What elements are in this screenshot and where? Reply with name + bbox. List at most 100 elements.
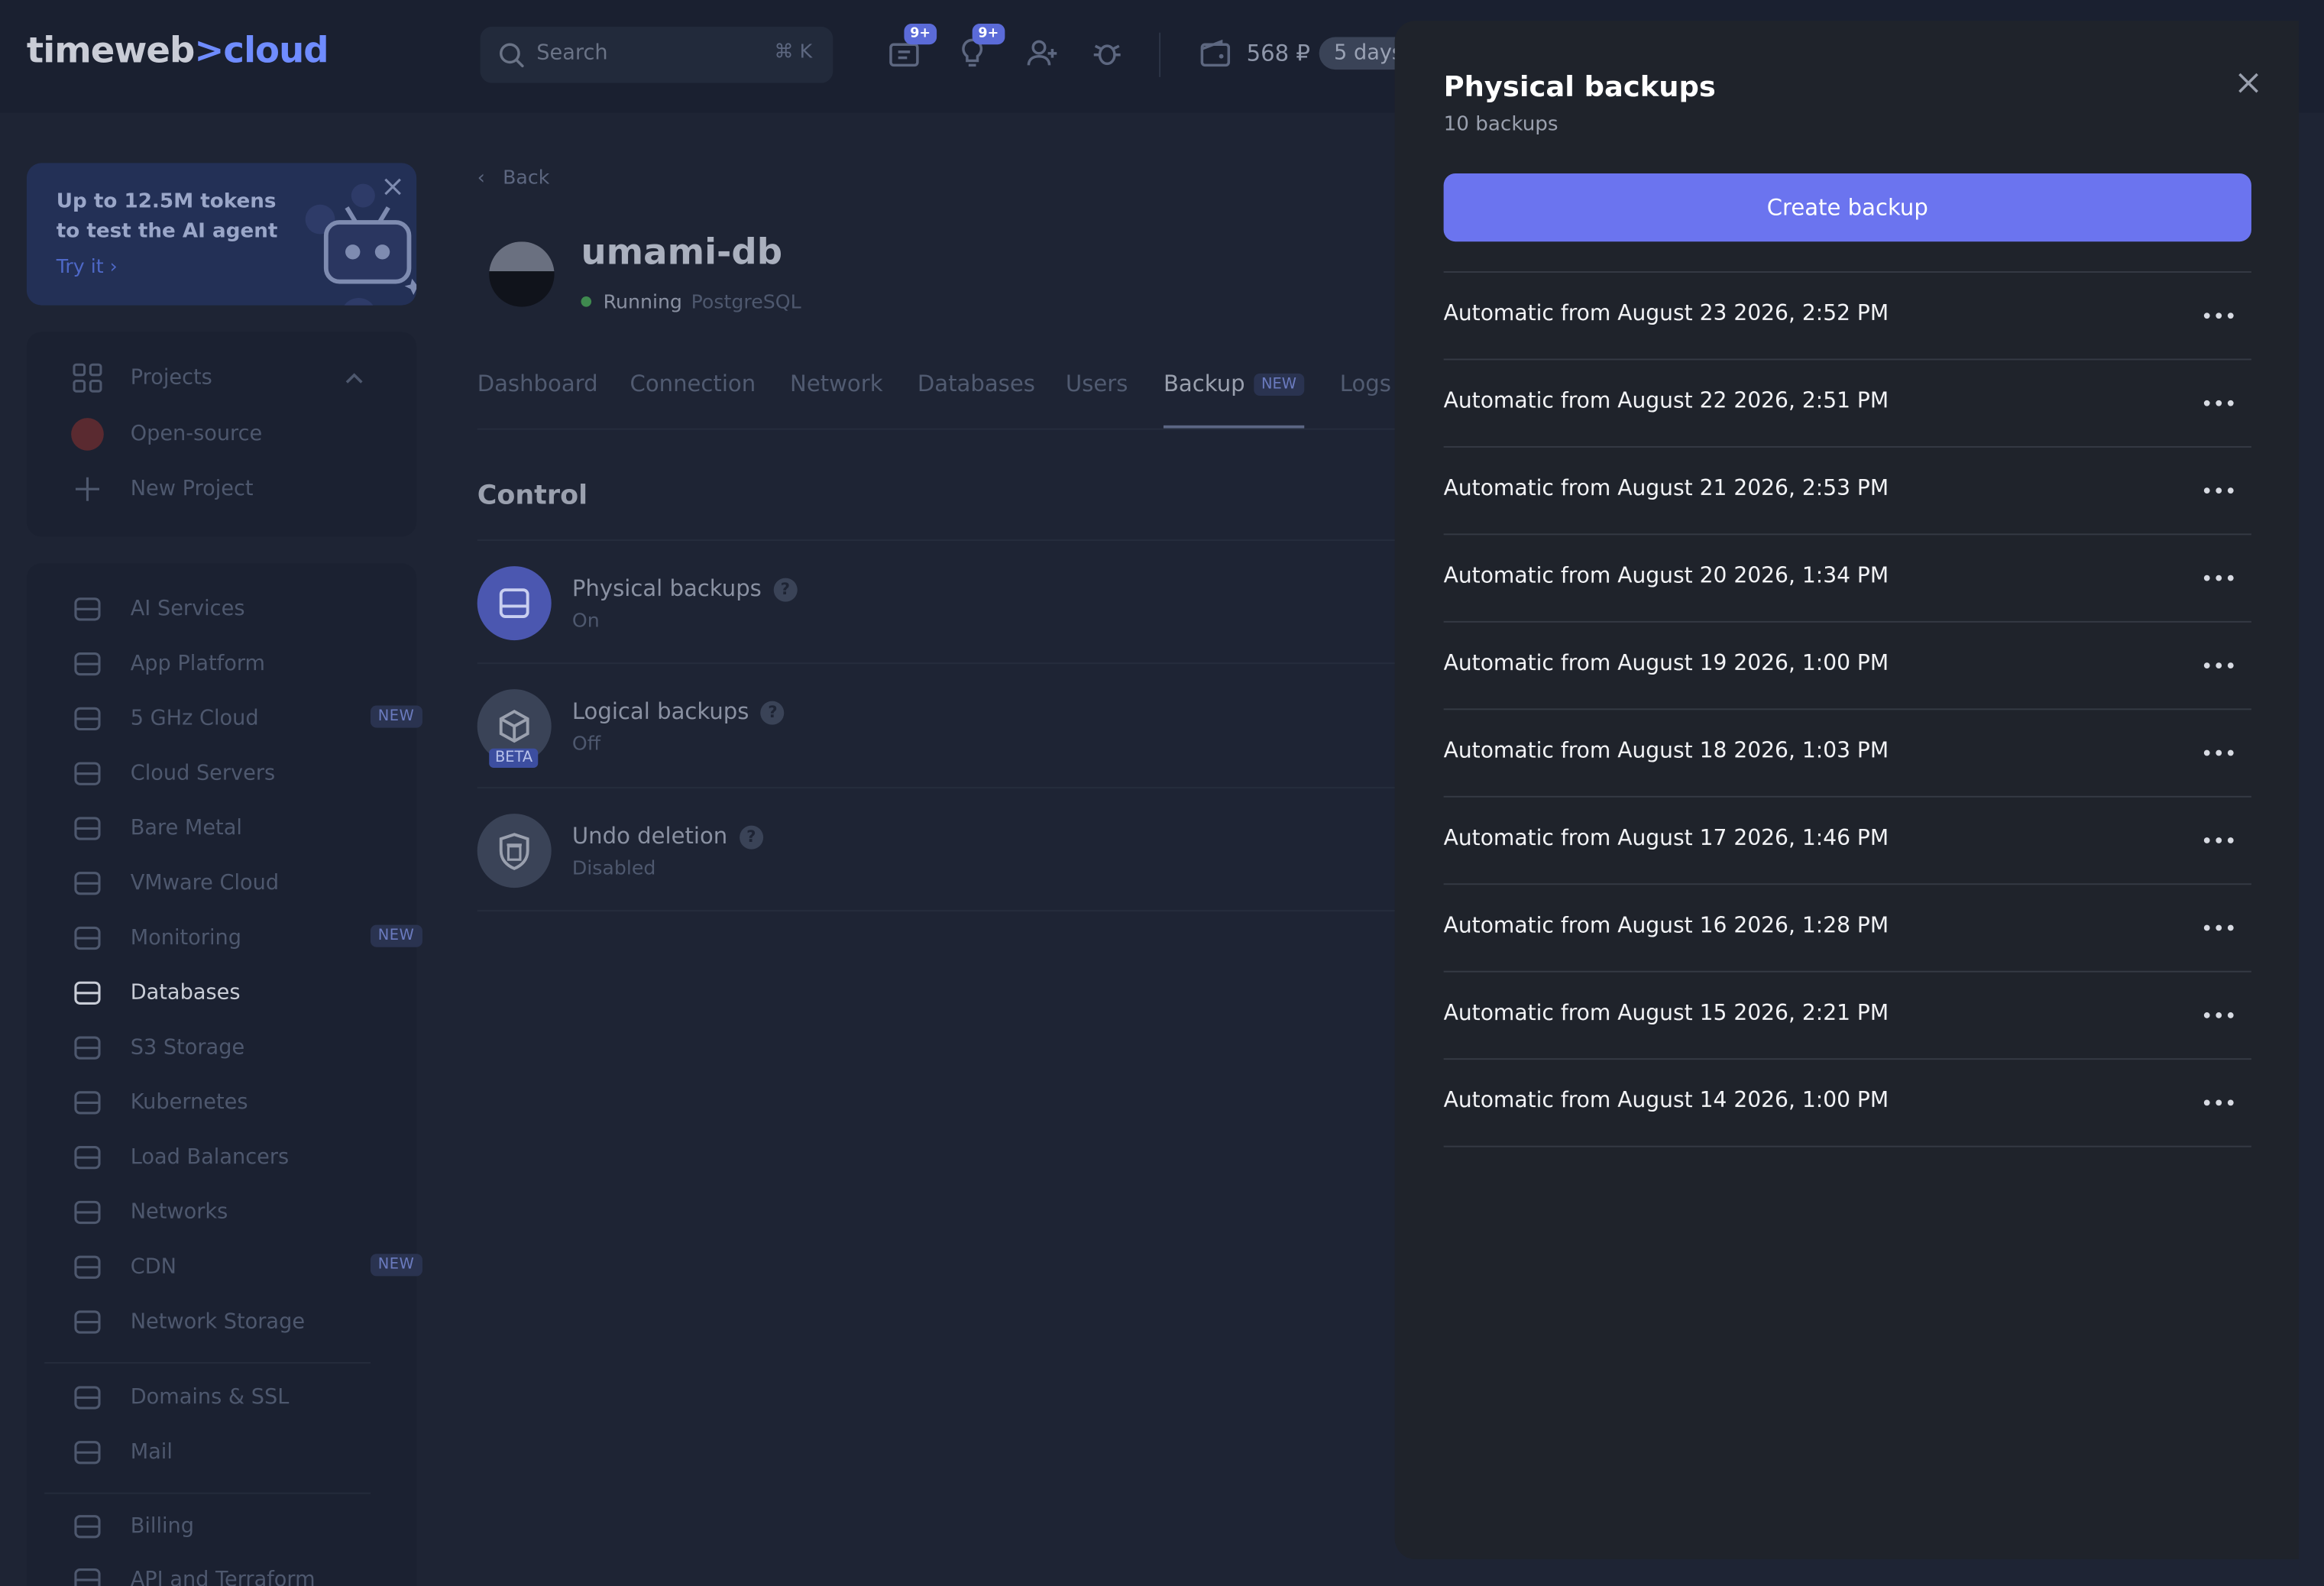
search-shortcut: ⌘ K [774,41,813,64]
close-icon[interactable] [2237,71,2261,95]
sidebar-item-label: S3 Storage [130,1036,245,1060]
monitoring-icon [71,922,104,955]
sidebar-item-label: Monitoring [130,926,241,950]
more-options-icon[interactable] [2203,477,2237,504]
ai-icon [71,593,104,626]
tab-backup[interactable]: Backup NEW [1164,371,1304,397]
bug-report-button[interactable] [1089,36,1128,74]
more-options-icon[interactable] [2203,1002,2237,1028]
bolt-cloud-icon [71,703,104,736]
backup-row[interactable]: Automatic from August 18 2026, 1:03 PM [1443,708,2251,795]
backup-name: Automatic from August 18 2026, 1:03 PM [1443,740,1889,764]
tab-network[interactable]: Network [790,371,883,397]
sidebar-item-label: Billing [130,1514,195,1539]
control-physical-backups[interactable]: Physical backups? On [477,566,1397,655]
logo-text-cloud: cloud [223,29,329,72]
backup-name: Automatic from August 20 2026, 1:34 PM [1443,565,1889,589]
hdd-icon [477,566,552,641]
database-icon [71,976,104,1009]
back-link[interactable]: ‹ Back [477,167,550,189]
server-icon [71,812,104,845]
sidebar-item-label: AI Services [130,597,245,621]
api-icon [71,1564,104,1586]
backup-row[interactable]: Automatic from August 20 2026, 1:34 PM [1443,533,2251,620]
apps-icon [71,648,104,681]
backup-name: Automatic from August 14 2026, 1:00 PM [1443,1089,1889,1113]
more-options-icon[interactable] [2203,827,2237,854]
tab-databases[interactable]: Databases [918,371,1035,397]
more-options-icon[interactable] [2203,740,2237,766]
wallet-button[interactable] [1198,36,1236,74]
tab-logs[interactable]: Logs [1340,371,1391,397]
backup-row[interactable]: Automatic from August 16 2026, 1:28 PM [1443,883,2251,970]
sidebar-item-label: Kubernetes [130,1090,248,1115]
tabs-divider [477,428,1397,430]
tab-connection[interactable]: Connection [630,371,756,397]
control-undo-deletion[interactable]: Undo deletion? Disabled [477,814,1397,902]
chevron-up-icon[interactable] [344,371,364,385]
cube-icon [71,1031,104,1064]
divider [477,787,1397,789]
sidebar-item-label: Mail [130,1440,173,1465]
more-options-icon[interactable] [2203,390,2237,416]
cdn-icon [71,1251,104,1283]
cloud-icon [71,757,104,790]
new-badge: NEW [371,705,422,728]
help-icon[interactable]: ? [739,825,763,850]
add-user-button[interactable] [1024,36,1063,74]
backup-name: Automatic from August 15 2026, 2:21 PM [1443,1002,1889,1026]
backup-row[interactable]: Automatic from August 19 2026, 1:00 PM [1443,620,2251,708]
drawer-title: Physical backups [1443,71,1716,104]
sidebar-item-label: Domains & SSL [130,1385,290,1410]
globe-icon [71,1381,104,1414]
network-icon [71,1196,104,1229]
engine-label: PostgreSQL [691,292,801,315]
logo[interactable]: timeweb>cloud [27,30,329,71]
ai-promo-banner[interactable]: Up to 12.5M tokens to test the AI agent … [26,163,417,306]
ideas-button[interactable]: 9+ [954,24,1005,74]
control-logical-backups[interactable]: BETA Logical backups? Off [477,689,1397,778]
backup-row[interactable]: Automatic from August 15 2026, 2:21 PM [1443,970,2251,1058]
status-text: Running [603,292,682,315]
backup-row[interactable]: Automatic from August 14 2026, 1:00 PM [1443,1058,2251,1147]
divider [477,910,1397,912]
tab-users[interactable]: Users [1066,371,1128,397]
sidebar-item-label: App Platform [130,652,265,676]
back-label: Back [503,167,550,190]
create-backup-button[interactable]: Create backup [1443,173,2251,242]
tab-dashboard[interactable]: Dashboard [477,371,598,397]
backup-row[interactable]: Automatic from August 17 2026, 1:46 PM [1443,795,2251,883]
backup-row[interactable]: Automatic from August 22 2026, 2:51 PM [1443,358,2251,445]
promo-line-1: Up to 12.5M tokens [56,189,277,214]
database-avatar [489,241,555,307]
backup-row[interactable]: Automatic from August 21 2026, 2:53 PM [1443,445,2251,533]
sidebar-item-label: 5 GHz Cloud [130,707,259,731]
sidebar-item-label: API and Terraform [130,1568,316,1586]
sidebar-item-label: Bare Metal [130,816,242,841]
more-options-icon[interactable] [2203,914,2237,941]
search-input[interactable]: Search ⌘ K [480,26,833,83]
logo-text: timeweb [26,29,195,72]
balance-amount[interactable]: 568 ₽ [1247,40,1310,66]
card-icon [71,1510,104,1543]
backup-row[interactable]: Automatic from August 23 2026, 2:52 PM [1443,271,2251,358]
sidebar-item-label: VMware Cloud [130,871,280,895]
divider [44,1361,371,1364]
sidebar-item-label: CDN [130,1255,176,1280]
sidebar-item-label: Cloud Servers [130,762,276,786]
sidebar-item-label: Load Balancers [130,1145,290,1170]
promo-try-link[interactable]: Try it › [57,257,118,279]
news-button[interactable]: 9+ [886,24,937,74]
divider [1159,32,1161,77]
control-title-text: Physical backups [571,575,762,602]
more-options-icon[interactable] [2203,303,2237,329]
help-icon[interactable]: ? [773,578,798,602]
more-options-icon[interactable] [2203,1089,2237,1116]
promo-line-2: to test the AI agent [56,219,278,244]
more-options-icon[interactable] [2203,565,2237,591]
robot-icon [293,175,417,306]
sidebar-item-label: Networks [130,1200,228,1225]
backup-name: Automatic from August 22 2026, 2:51 PM [1443,390,1889,414]
more-options-icon[interactable] [2203,652,2237,679]
help-icon[interactable]: ? [760,701,785,725]
